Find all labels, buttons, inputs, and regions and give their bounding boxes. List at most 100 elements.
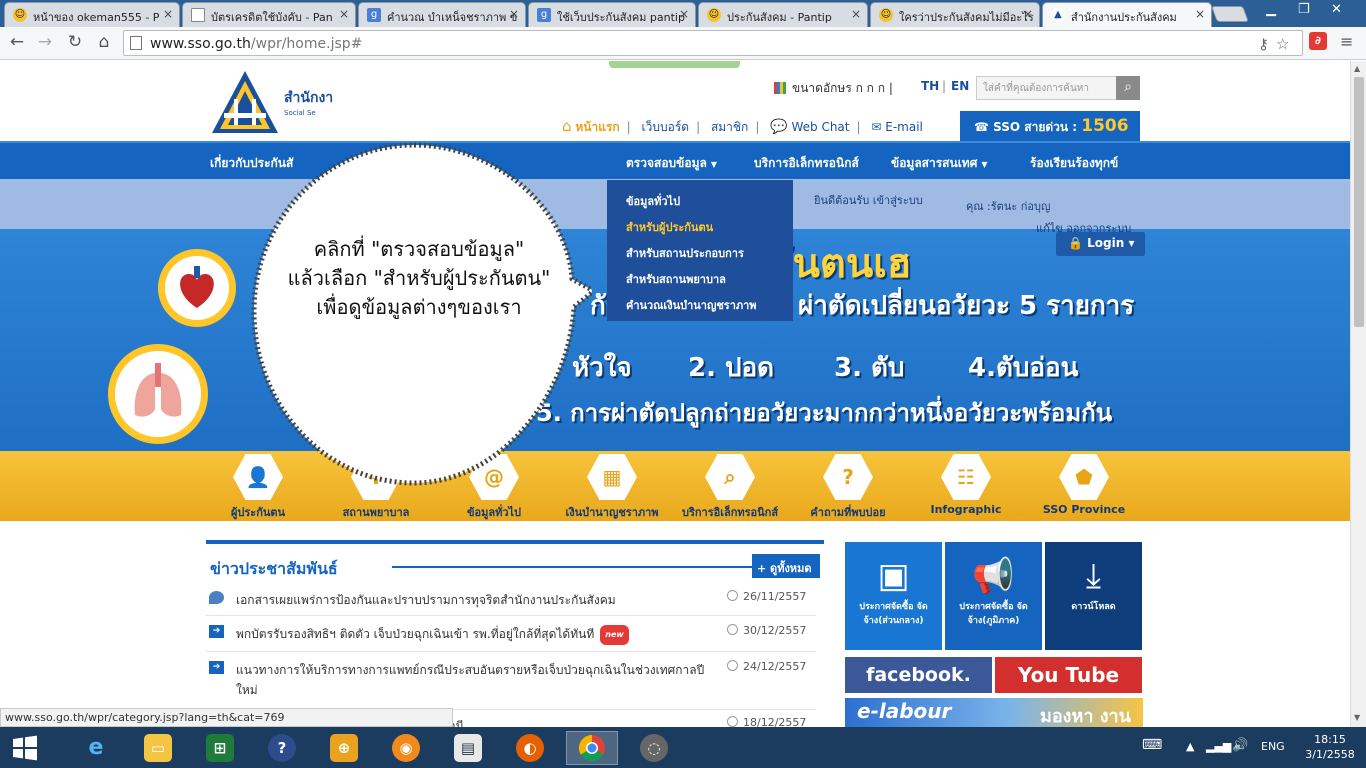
hamburger-menu-icon[interactable]: ≡ [1340, 32, 1353, 51]
taskbar-globe-app[interactable]: ⊕ [318, 731, 370, 765]
minimize-icon[interactable]: ▁ [1266, 2, 1276, 17]
webchat-link[interactable]: Web Chat [791, 120, 849, 134]
sso-logo[interactable]: สำนักงา Social Se [210, 69, 340, 137]
procurement-central-tile[interactable]: ▣ ประกาศจัดซื้อ จัดจ้าง(ส่วนกลาง) [845, 542, 942, 650]
web-page: สำนักงา Social Se ขนาดอักษร ก ก ก | TH |… [0, 61, 1350, 727]
youtube-banner[interactable]: You Tube [995, 657, 1142, 693]
elabour-banner[interactable]: e-labour มองหา งาน [845, 698, 1143, 727]
new-tab-button[interactable] [1211, 6, 1249, 22]
nav-check-info[interactable]: ตรวจสอบข้อมูล ▼ [626, 154, 717, 173]
taskbar-excel[interactable]: ⊞ [194, 731, 246, 765]
close-tab-icon[interactable]: × [1195, 7, 1205, 21]
download-tile[interactable]: ⤓ ดาวน์โหลด [1045, 542, 1142, 650]
pantip-favicon-icon: ☺ [879, 8, 893, 22]
taskbar-screen-capture[interactable]: ◌ [628, 731, 680, 765]
dropdown-for-hospital[interactable]: สำหรับสถานพยาบาล [607, 264, 793, 290]
taskbar-orange-app[interactable]: ◉ [380, 731, 432, 765]
search-input[interactable]: ใส่คำที่คุณต้องการค้นหา [976, 76, 1117, 100]
bookmark-star-icon[interactable]: ☆ [1276, 35, 1289, 53]
status-url-bubble: www.sso.go.th/wpr/category.jsp?lang=th&c… [0, 708, 453, 727]
keyboard-icon[interactable]: ⌨ [1142, 737, 1162, 753]
pantip-favicon-icon: ☺ [707, 8, 721, 22]
hotline-box[interactable]: ☎ SSO สายด่วน : 1506 [960, 111, 1140, 141]
tray-expand-icon[interactable]: ▲ [1186, 740, 1194, 753]
dropdown-for-employer[interactable]: สำหรับสถานประกอบการ [607, 238, 793, 264]
taskbar-ie[interactable]: e [70, 731, 122, 765]
scroll-down-icon[interactable]: ▼ [1354, 713, 1360, 722]
banner-item-pancreas: 4.ตับอ่อน [968, 353, 1079, 383]
quick-link-eservice[interactable]: ⌕ บริการอิเล็กทรอนิกส์ [675, 454, 785, 521]
close-tab-icon[interactable]: × [1023, 7, 1033, 21]
taskbar-chrome[interactable] [566, 731, 618, 765]
taskbar-explorer[interactable]: ▭ [132, 731, 184, 765]
start-button[interactable] [0, 731, 50, 765]
nav-eservice[interactable]: บริการอิเล็กทรอนิกส์ [754, 154, 859, 173]
browser-tab[interactable]: บัตรเครดิตใช้บังคับ - Pan × [182, 2, 356, 27]
volume-icon[interactable]: 🔊 [1232, 738, 1248, 753]
back-arrow-icon[interactable]: ← [6, 32, 28, 52]
browser-tab[interactable]: g ใช้เว็บประกันสังคม pantip × [528, 2, 696, 27]
pin-icon [209, 591, 224, 604]
lang-th-link[interactable]: TH [921, 79, 939, 93]
chevron-down-icon: ▼ [710, 160, 717, 169]
lang-en-link[interactable]: EN [951, 79, 969, 93]
new-badge: new [600, 625, 629, 645]
login-button[interactable]: 🔒 Login ▾ [1056, 232, 1145, 256]
clock-icon [727, 660, 738, 671]
nav-information[interactable]: ข้อมูลสารสนเทศ ▼ [891, 154, 988, 173]
extension-icon[interactable]: ∂ [1309, 32, 1327, 50]
close-tab-icon[interactable]: × [509, 7, 519, 21]
nav-complaint[interactable]: ร้องเรียนร้องทุกข์ [1030, 154, 1118, 173]
taskbar-help[interactable]: ? [256, 731, 308, 765]
procurement-region-tile[interactable]: 📢 ประกาศจัดซื้อ จัดจ้าง(ภูมิภาค) [945, 542, 1042, 650]
close-tab-icon[interactable]: × [679, 7, 689, 21]
dropdown-general-info[interactable]: ข้อมูลทั่วไป [607, 186, 793, 212]
webboard-link[interactable]: เว็บบอร์ด [642, 120, 690, 134]
dropdown-for-insured[interactable]: สำหรับผู้ประกันตน [607, 212, 793, 238]
restore-icon[interactable]: ❐ [1298, 2, 1310, 17]
tab-title: หน้าของ okeman555 - P [33, 11, 160, 24]
scroll-up-icon[interactable]: ▲ [1354, 64, 1360, 73]
taskbar-clock[interactable]: 18:15 3/1/2558 [1300, 732, 1360, 762]
quick-link-province[interactable]: ⬟ SSO Province [1029, 454, 1139, 516]
browser-tab[interactable]: g คำนวณ บำเหน็จชราภาพ ข × [358, 2, 526, 27]
browser-tab[interactable]: ☺ ประกันสังคม - Pantip × [698, 2, 868, 27]
close-tab-icon[interactable]: × [163, 7, 173, 21]
close-tab-icon[interactable]: × [851, 7, 861, 21]
browser-tab-active[interactable]: ▲ สำนักงานประกันสังคม × [1042, 2, 1212, 28]
email-link[interactable]: E-mail [885, 120, 923, 134]
dropdown-pension-calc[interactable]: คำนวณเงินบำนาญชราภาพ [607, 290, 793, 316]
news-item[interactable]: เอกสารเผยแพร่การป้องกันและปราบปรามการทุจ… [206, 588, 816, 616]
home-icon[interactable]: ⌂ [93, 32, 115, 52]
quick-link-infographic[interactable]: ☷ Infographic [911, 454, 1021, 516]
news-item[interactable]: ➔ แนวทางการให้บริการทางการแพทย์กรณีประสบ… [206, 658, 816, 710]
top-decoration [609, 61, 740, 68]
reload-icon[interactable]: ↻ [64, 32, 86, 52]
page-scrollbar[interactable]: ▲ ▼ [1350, 61, 1366, 727]
key-icon[interactable]: ⚷ [1258, 35, 1269, 53]
home-link[interactable]: หน้าแรก [575, 120, 619, 134]
forward-arrow-icon[interactable]: → [34, 32, 56, 52]
input-language[interactable]: ENG [1261, 740, 1285, 753]
browser-tab[interactable]: ☺ ใครว่าประกันสังคมไม่มีอะไร × [870, 2, 1040, 27]
close-window-icon[interactable]: ✕ [1331, 2, 1342, 17]
news-item[interactable]: ➔ พกบัตรรับรองสิทธิฯ ติดตัว เจ็บป่วยฉุกเ… [206, 622, 816, 652]
facebook-banner[interactable]: facebook. [845, 657, 992, 693]
font-size-control[interactable]: ขนาดอักษร ก ก ก | [774, 79, 893, 98]
firefox-icon: ◐ [516, 734, 544, 762]
banner-item-lung: 2. ปอด [688, 353, 775, 383]
taskbar-document-app[interactable]: ▤ [442, 731, 494, 765]
address-bar[interactable]: www.sso.go.th/wpr/home.jsp# ⚷ ☆ [123, 30, 1303, 56]
font-size-icon [774, 82, 786, 94]
network-signal-icon[interactable]: ▂▄▆ [1206, 740, 1231, 753]
member-link[interactable]: สมาชิก [711, 120, 748, 134]
view-all-button[interactable]: + ดูทั้งหมด [752, 554, 820, 578]
arrow-right-icon: ➔ [209, 661, 224, 674]
chevron-down-icon: ▼ [981, 160, 988, 169]
taskbar-firefox[interactable]: ◐ [504, 731, 556, 765]
browser-tab[interactable]: ☺ หน้าของ okeman555 - P × [4, 2, 180, 27]
close-tab-icon[interactable]: × [339, 7, 349, 21]
quick-link-faq[interactable]: ? คำถามที่พบบ่อย [793, 454, 903, 521]
search-button[interactable]: ⌕ [1116, 76, 1140, 100]
scrollbar-thumb[interactable] [1354, 77, 1364, 327]
